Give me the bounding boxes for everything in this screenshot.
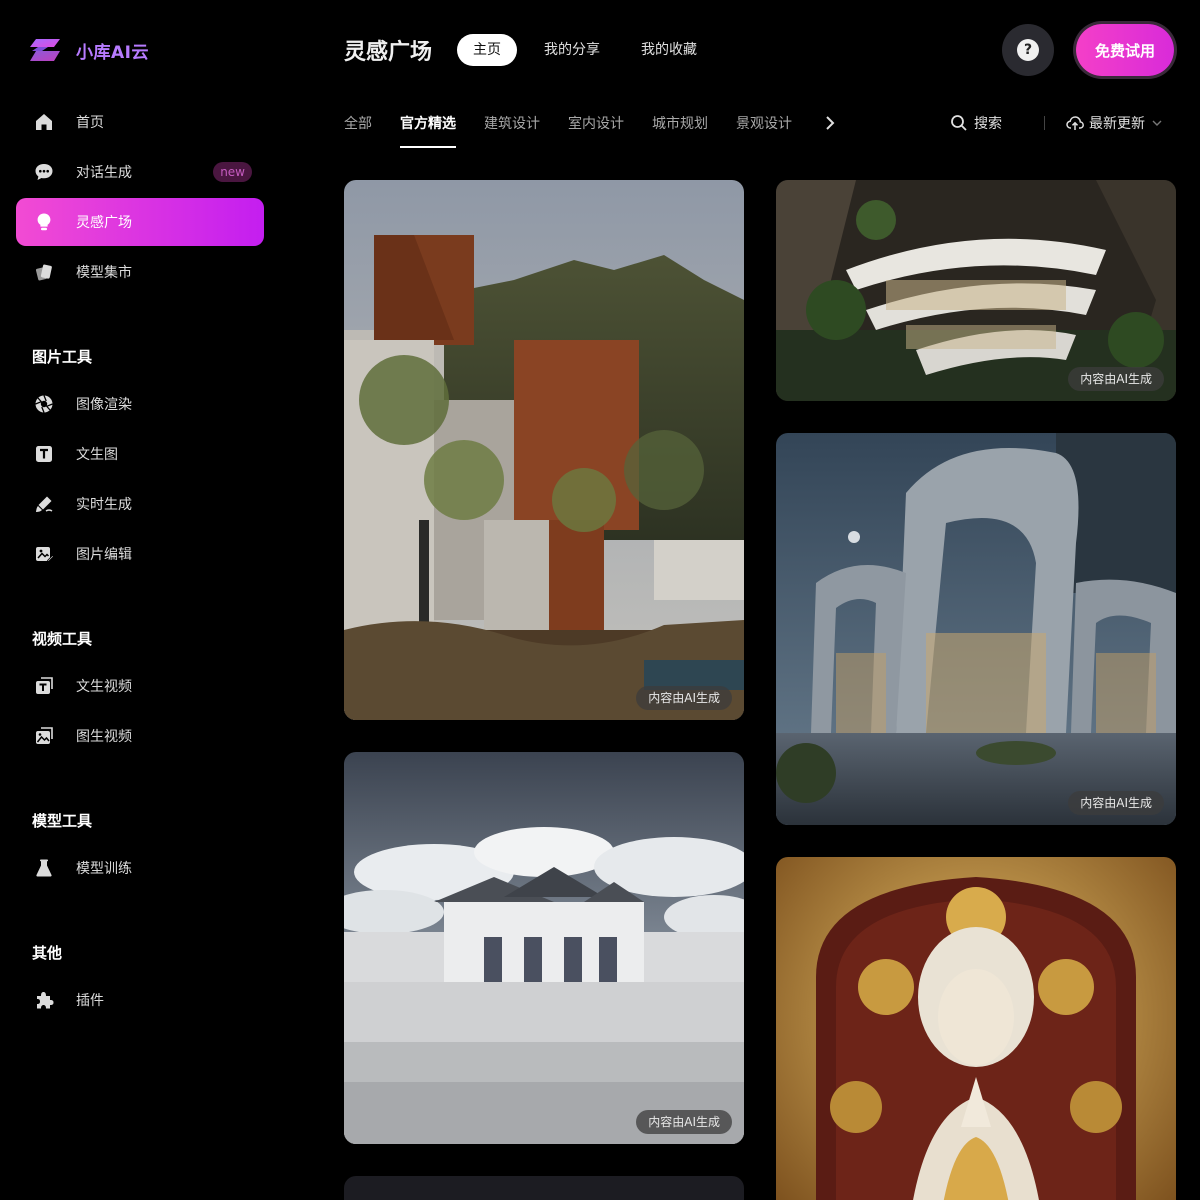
tab-home[interactable]: 主页: [457, 34, 517, 66]
category-tab-landscape[interactable]: 景观设计: [736, 113, 792, 133]
sidebar: 小库AI云 首页 对话生成 new 灵感广场 模型集市 图片工具 图像渲染 文生…: [0, 0, 280, 1200]
card-image-villa: [344, 180, 744, 720]
gallery-card[interactable]: [776, 857, 1176, 1200]
new-badge: new: [213, 162, 252, 182]
app-root: 小库AI云 首页 对话生成 new 灵感广场 模型集市 图片工具 图像渲染 文生…: [0, 0, 1200, 1200]
brush-icon: [34, 494, 54, 514]
ai-generated-tag: 内容由AI生成: [1068, 791, 1164, 815]
category-tab-architecture[interactable]: 建筑设计: [484, 113, 540, 133]
active-tab-underline: [400, 146, 456, 148]
nav-item-plugins[interactable]: 插件: [16, 976, 264, 1024]
home-icon: [34, 112, 54, 132]
chevron-right-icon[interactable]: [820, 113, 840, 133]
nav-item-home[interactable]: 首页: [16, 98, 264, 146]
nav-label: 图片编辑: [76, 547, 132, 563]
brand[interactable]: 小库AI云: [28, 34, 149, 66]
free-trial-button[interactable]: 免费试用: [1076, 24, 1174, 76]
nav-item-image-render[interactable]: 图像渲染: [16, 380, 264, 428]
nav-label: 文生图: [76, 447, 118, 463]
ai-generated-tag: 内容由AI生成: [636, 686, 732, 710]
nav-label: 图像渲染: [76, 397, 132, 413]
nav-item-image-edit[interactable]: 图片编辑: [16, 530, 264, 578]
flask-icon: [34, 858, 54, 878]
section-title-model-tools: 模型工具: [32, 812, 93, 830]
category-tab-all[interactable]: 全部: [344, 113, 372, 133]
nav-label: 实时生成: [76, 497, 132, 513]
aperture-icon: [34, 394, 54, 414]
model-market-icon: [34, 262, 54, 282]
chat-icon: [34, 162, 54, 182]
gallery-card[interactable]: 内容由AI生成: [776, 433, 1176, 825]
text-image-icon: [34, 444, 54, 464]
help-icon: ?: [1017, 39, 1039, 61]
sort-label: 最新更新: [1089, 116, 1145, 132]
brand-name: 小库AI云: [76, 42, 149, 63]
ai-generated-tag: 内容由AI生成: [1068, 367, 1164, 391]
nav-item-text-to-video[interactable]: 文生视频: [16, 662, 264, 710]
nav-label: 灵感广场: [76, 215, 132, 231]
card-image-madonna: [776, 857, 1176, 1200]
card-image-pavilion: [776, 433, 1176, 825]
nav-label: 对话生成: [76, 165, 132, 181]
puzzle-icon: [34, 990, 54, 1010]
ai-generated-tag: 内容由AI生成: [636, 1110, 732, 1134]
lightbulb-icon: [34, 212, 54, 232]
page-title: 灵感广场: [344, 40, 433, 65]
help-button[interactable]: ?: [1002, 24, 1054, 76]
tab-my-favorites[interactable]: 我的收藏: [625, 34, 713, 66]
nav-label: 模型训练: [76, 861, 132, 877]
nav-item-model-training[interactable]: 模型训练: [16, 844, 264, 892]
category-tab-featured[interactable]: 官方精选: [400, 113, 456, 133]
search-button[interactable]: 搜索: [950, 113, 1002, 133]
nav-label: 文生视频: [76, 679, 132, 695]
category-tab-interior[interactable]: 室内设计: [568, 113, 624, 133]
nav-label: 插件: [76, 993, 104, 1009]
cloud-upload-icon: [1066, 116, 1084, 130]
tab-my-shares[interactable]: 我的分享: [528, 34, 616, 66]
divider: [1044, 116, 1045, 130]
nav-label: 首页: [76, 115, 104, 131]
gallery-card[interactable]: 内容由AI生成: [776, 180, 1176, 401]
section-title-other: 其他: [32, 944, 63, 962]
nav-label: 模型集市: [76, 265, 132, 281]
gallery-card[interactable]: 内容由AI生成: [344, 180, 744, 720]
search-icon: [951, 115, 967, 131]
section-title-video-tools: 视频工具: [32, 630, 93, 648]
nav-label: 图生视频: [76, 729, 132, 745]
nav-item-image-to-video[interactable]: 图生视频: [16, 712, 264, 760]
image-edit-icon: [34, 544, 54, 564]
nav-item-chat[interactable]: 对话生成 new: [16, 148, 264, 196]
gallery-card[interactable]: 内容由AI生成: [344, 752, 744, 1144]
nav-item-realtime[interactable]: 实时生成: [16, 480, 264, 528]
search-label: 搜索: [974, 116, 1002, 132]
card-image-palace: [344, 752, 744, 1144]
category-tab-urban[interactable]: 城市规划: [652, 113, 708, 133]
nav-item-text-to-image[interactable]: 文生图: [16, 430, 264, 478]
nav-item-model-market[interactable]: 模型集市: [16, 248, 264, 296]
logo-icon: [30, 39, 60, 61]
text-video-icon: [34, 676, 54, 696]
sort-dropdown[interactable]: 最新更新: [1066, 113, 1163, 133]
nav-item-inspiration[interactable]: 灵感广场: [16, 198, 264, 246]
section-title-image-tools: 图片工具: [32, 348, 93, 366]
image-video-icon: [34, 726, 54, 746]
chevron-down-icon: [1152, 120, 1162, 126]
gallery-card[interactable]: [344, 1176, 744, 1200]
